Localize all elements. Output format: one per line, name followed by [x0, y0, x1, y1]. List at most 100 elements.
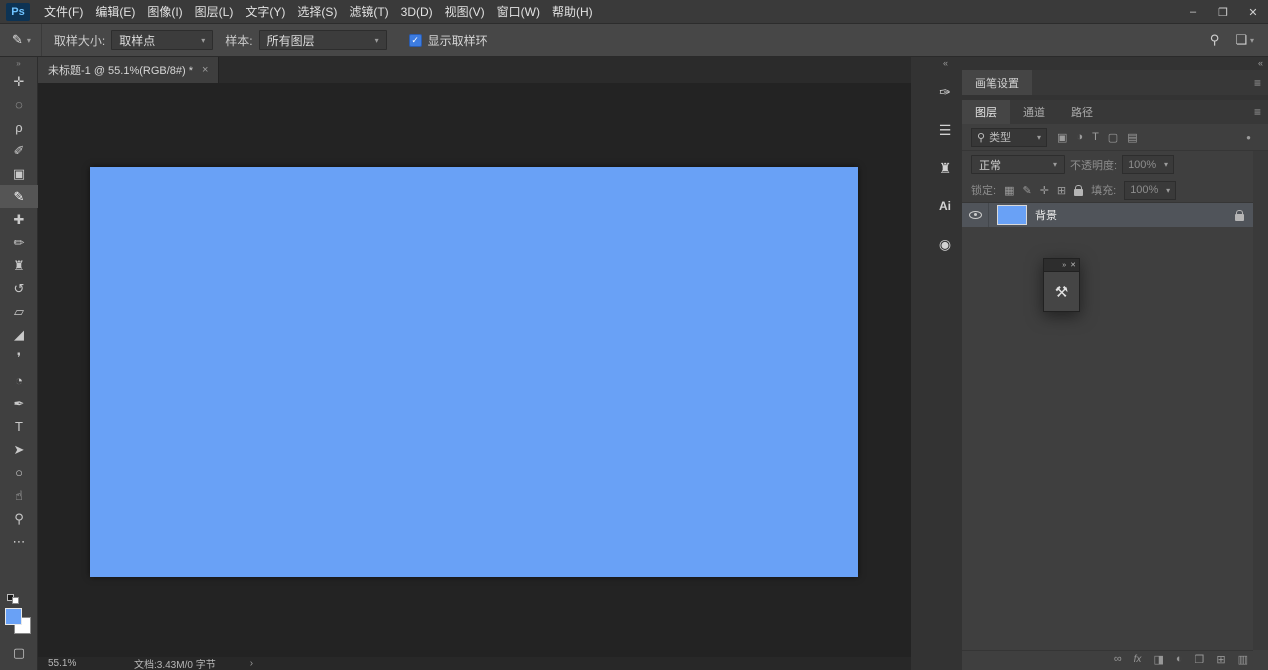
move-tool[interactable]: ✛	[0, 70, 38, 93]
current-tool-dropdown[interactable]: ✎ ▾	[0, 24, 42, 56]
menu-file[interactable]: 文件(F)	[38, 0, 89, 24]
layer-thumbnail[interactable]	[997, 205, 1027, 225]
menu-edit[interactable]: 编辑(E)	[89, 0, 141, 24]
lock-transparency-icon[interactable]: ▦	[1004, 184, 1014, 197]
panel-menu-icon[interactable]: ≡	[1254, 76, 1261, 90]
lock-artboard-icon[interactable]: ⊞	[1057, 184, 1066, 197]
type-tool[interactable]: T	[0, 415, 38, 438]
zoom-level-field[interactable]: 55.1%	[48, 658, 128, 669]
menu-filter[interactable]: 滤镜(T)	[343, 0, 394, 24]
sample-size-select[interactable]: 取样点 ▾	[111, 30, 214, 50]
options-bar: ✎ ▾ 取样大小: 取样点 ▾ 样本: 所有图层 ▾ ✓ 显示取样环 ⚲ ❏ ▾	[0, 24, 1268, 57]
lock-pixels-icon[interactable]: ✎	[1022, 184, 1031, 197]
add-layer-mask-icon[interactable]: ◨	[1153, 653, 1163, 666]
layer-row-background[interactable]: 背景	[962, 203, 1253, 227]
crossed-tools-icon: ⚒	[1054, 283, 1069, 301]
toolbar-collapse-icon[interactable]: »	[0, 57, 37, 70]
quick-selection-tool[interactable]: ✐	[0, 139, 38, 162]
menu-image[interactable]: 图像(I)	[141, 0, 188, 24]
clone-stamp-tool[interactable]: ♜	[0, 254, 38, 277]
lock-position-icon[interactable]: ✛	[1040, 184, 1049, 197]
collapsed-panel-strip: ✑ ☰ ♜ Ai ◉	[930, 77, 960, 259]
dodge-tool[interactable]: ◔	[0, 369, 38, 392]
new-group-icon[interactable]: ❐	[1195, 653, 1205, 666]
layer-style-icon[interactable]: fx	[1134, 654, 1142, 665]
lock-all-icon[interactable]	[1074, 184, 1084, 196]
link-layers-icon[interactable]: ∞	[1114, 653, 1122, 665]
close-button[interactable]: ✕	[1238, 0, 1268, 24]
shape-tool[interactable]: ○	[0, 461, 38, 484]
pixel-layers-filter-icon[interactable]: ▣	[1057, 131, 1067, 144]
hand-tool[interactable]: ☝	[0, 484, 38, 507]
ai-panel-icon[interactable]: Ai	[930, 191, 960, 221]
show-sampling-ring-checkbox[interactable]: ✓	[408, 33, 422, 47]
type-layers-filter-icon[interactable]: T	[1092, 131, 1099, 143]
blur-tool[interactable]: ❜	[0, 346, 38, 369]
layer-filter-type-select[interactable]: ⚲ 类型 ▾	[971, 127, 1047, 147]
document-tab[interactable]: 未标题-1 @ 55.1%(RGB/8#) * ×	[38, 57, 220, 83]
eyedropper-tool[interactable]: ✎	[0, 185, 38, 208]
zoom-tool[interactable]: ⚲	[0, 507, 38, 530]
menu-help[interactable]: 帮助(H)	[546, 0, 599, 24]
delete-layer-icon[interactable]: ▥	[1238, 653, 1248, 666]
chevron-down-icon: ▾	[1249, 35, 1254, 45]
layer-lock-icon	[1235, 209, 1244, 221]
new-adjustment-layer-icon[interactable]: ◐	[1176, 653, 1183, 665]
restore-button[interactable]: ❐	[1208, 0, 1238, 24]
history-brush-tool[interactable]: ↺	[0, 277, 38, 300]
collapse-panels-icon[interactable]: «	[1258, 58, 1263, 68]
minimize-button[interactable]: –	[1178, 0, 1208, 24]
edit-toolbar-icon[interactable]: ⋯	[0, 530, 38, 553]
shape-layers-filter-icon[interactable]: ▢	[1108, 131, 1118, 144]
flyout-body[interactable]: ⚒	[1043, 271, 1080, 312]
smart-object-filter-icon[interactable]: ▤	[1127, 131, 1137, 144]
brush-tool[interactable]: ✏	[0, 231, 38, 254]
layer-visibility-toggle[interactable]	[962, 203, 989, 227]
collapse-icon-strip-icon[interactable]: «	[943, 58, 948, 68]
menu-layer[interactable]: 图层(L)	[189, 0, 240, 24]
sample-layers-select[interactable]: 所有图层 ▾	[258, 30, 387, 50]
default-colors-icon[interactable]	[7, 594, 21, 604]
screen-mode-icon[interactable]: ▢	[0, 643, 38, 663]
tab-channels[interactable]: 通道	[1010, 100, 1058, 124]
gradient-tool[interactable]: ◢	[0, 323, 38, 346]
panel-menu-icon[interactable]: ≡	[1254, 105, 1261, 119]
workspace-switcher[interactable]: ❏ ▾	[1235, 32, 1254, 48]
filter-toggle-icon[interactable]: ●	[1246, 133, 1251, 142]
crop-tool[interactable]: ▣	[0, 162, 38, 185]
status-chevron-icon[interactable]: ›	[250, 658, 253, 669]
menu-3d[interactable]: 3D(D)	[395, 0, 439, 24]
adjustment-layers-filter-icon[interactable]: ◑	[1076, 131, 1083, 143]
blend-mode-select[interactable]: 正常 ▾	[971, 155, 1065, 174]
canvas-document[interactable]	[90, 167, 858, 577]
pen-tool[interactable]: ✒	[0, 392, 38, 415]
lasso-tool[interactable]: ρ	[0, 116, 38, 139]
tab-brush-settings[interactable]: 画笔设置	[962, 70, 1032, 95]
menu-window[interactable]: 窗口(W)	[491, 0, 546, 24]
layers-scrollbar-gutter[interactable]	[1253, 151, 1268, 650]
tab-paths[interactable]: 路径	[1058, 100, 1106, 124]
canvas-area[interactable]	[38, 83, 911, 657]
marquee-tool[interactable]: ◌	[0, 93, 38, 116]
search-icon[interactable]: ⚲	[1210, 32, 1220, 48]
clone-source-panel-icon[interactable]: ♜	[930, 153, 960, 183]
default-background-swatch	[12, 597, 19, 604]
foreground-color-swatch[interactable]	[5, 608, 22, 625]
path-selection-tool[interactable]: ➤	[0, 438, 38, 461]
menu-select[interactable]: 选择(S)	[291, 0, 343, 24]
brush-settings-panel-icon[interactable]: ✑	[930, 77, 960, 107]
tab-close-icon[interactable]: ×	[202, 64, 208, 76]
new-layer-icon[interactable]: ⊞	[1216, 653, 1225, 666]
properties-panel-icon[interactable]: ☰	[930, 115, 960, 145]
menu-type[interactable]: 文字(Y)	[239, 0, 291, 24]
libraries-panel-icon[interactable]: ◉	[930, 229, 960, 259]
healing-brush-tool[interactable]: ✚	[0, 208, 38, 231]
layers-panel-tabs: 图层 通道 路径 ≡	[962, 100, 1268, 124]
flyout-collapse-icon[interactable]: »	[1062, 262, 1066, 269]
opacity-field[interactable]: 100% ▾	[1122, 155, 1175, 174]
menu-view[interactable]: 视图(V)	[439, 0, 491, 24]
flyout-close-icon[interactable]: ✕	[1070, 261, 1076, 269]
fill-field[interactable]: 100% ▾	[1124, 180, 1177, 200]
tab-layers[interactable]: 图层	[962, 100, 1010, 124]
eraser-tool[interactable]: ▱	[0, 300, 38, 323]
